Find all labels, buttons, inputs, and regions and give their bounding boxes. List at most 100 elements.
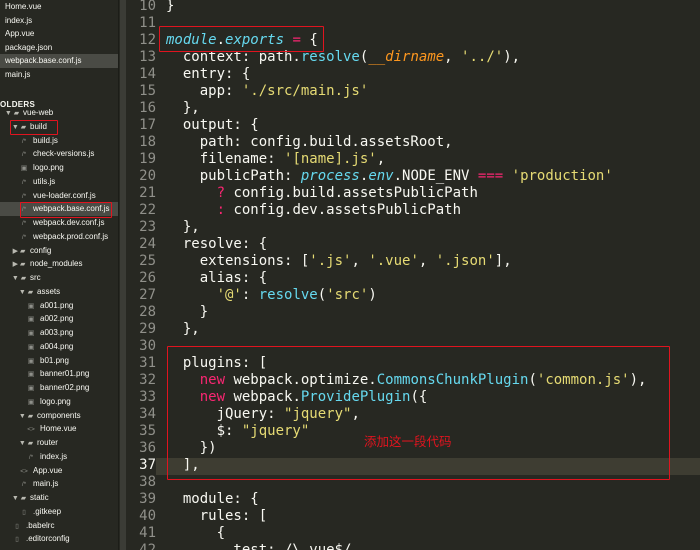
tree-item[interactable]: <> App.vue [0, 464, 118, 478]
tree-item[interactable]: ▣ banner02.png [0, 381, 118, 395]
js-file-icon: /* [21, 233, 27, 241]
js-file-icon: /* [21, 178, 27, 186]
line-number: 29 [139, 321, 156, 337]
tree-item-label: utils.js [33, 176, 56, 186]
tree-item-label: check-versions.js [33, 149, 95, 159]
tree-item[interactable]: ▼ ▰ src [0, 271, 118, 285]
open-file-item[interactable]: package.json [0, 41, 118, 55]
tree-item[interactable]: ▣ logo.png [0, 395, 118, 409]
line-number: 20 [139, 168, 156, 184]
code-line-17: output: { [166, 117, 259, 133]
code-line-25: extensions: ['.js', '.vue', '.json'], [166, 253, 512, 269]
line-number: 34 [139, 406, 156, 422]
tree-item[interactable]: ▣ logo.png [0, 161, 118, 175]
tree-item-label: router [37, 438, 58, 447]
annotation-box-webpack-base-file [20, 202, 112, 218]
tree-item-label: assets [37, 286, 61, 296]
file-icon: ▯ [15, 522, 19, 530]
tree-item-label: .babelrc [26, 520, 55, 530]
tree-item[interactable]: ▣ banner01.png [0, 367, 118, 381]
tree-item-label: .editorconfig [26, 534, 70, 544]
code-line-18: path: config.build.assetsRoot, [166, 134, 453, 150]
tree-item[interactable]: ▼ ▰ vue-web [0, 106, 118, 120]
tree-item[interactable]: /* index.js [0, 450, 118, 464]
annotation-box-module-exports [159, 26, 324, 52]
tree-item-label: a001.png [40, 300, 74, 310]
image-file-icon: ▣ [27, 385, 35, 392]
js-file-icon: /* [21, 137, 27, 145]
tree-item-label: vue-loader.conf.js [33, 190, 96, 200]
tree-item[interactable]: ▯ .babelrc [0, 519, 118, 533]
line-number: 27 [139, 287, 156, 303]
tree-item-label: banner01.png [40, 369, 90, 379]
tree-item[interactable]: ▯ .gitkeep [0, 505, 118, 519]
vue-file-icon: <> [20, 467, 28, 475]
tree-item[interactable]: <> Home.vue [0, 422, 118, 436]
code-line-24: resolve: { [166, 236, 268, 252]
code-line-19: filename: '[name].js', [166, 151, 386, 167]
open-file-item[interactable]: index.js [0, 14, 118, 28]
line-number: 37 [139, 457, 156, 473]
open-file-item[interactable]: Home.vue [0, 0, 118, 14]
tree-item-label: main.js [33, 479, 59, 489]
line-number: 38 [139, 474, 156, 490]
code-line-14: entry: { [166, 66, 251, 82]
line-number: 11 [139, 15, 156, 31]
file-icon: ▯ [22, 508, 26, 516]
line-number: 26 [139, 270, 156, 286]
tree-item-label: logo.png [33, 163, 64, 172]
tree-item[interactable]: /* build.js [0, 134, 118, 148]
line-number: 33 [139, 389, 156, 405]
tree-item[interactable]: ▼ ▰ assets [0, 285, 118, 299]
line-number: 14 [139, 66, 156, 82]
tree-item[interactable]: ▣ a001.png [0, 299, 118, 313]
tree-item[interactable]: /* webpack.dev.conf.js [0, 216, 118, 230]
open-file-item[interactable]: main.js [0, 68, 118, 82]
line-number: 28 [139, 304, 156, 320]
tree-item[interactable]: /* main.js [0, 477, 118, 491]
tree-item[interactable]: /* utils.js [0, 175, 118, 189]
folder-open-icon: ▼ ▰ [18, 412, 34, 420]
tree-item-label: vue-web [23, 108, 54, 117]
image-file-icon: ▣ [27, 371, 35, 379]
js-file-icon: /* [21, 220, 27, 227]
open-file-item[interactable]: webpack.base.conf.js [0, 54, 118, 68]
image-file-icon: ▣ [27, 330, 35, 337]
tree-item[interactable]: ▣ b01.png [0, 354, 118, 368]
line-number: 41 [139, 525, 156, 541]
code-line-28: } [166, 304, 209, 320]
line-number: 13 [139, 49, 156, 65]
tree-item[interactable]: ▼ ▰ static [0, 491, 118, 505]
tree-item[interactable]: ▼ ▰ router [0, 436, 118, 450]
tree-item[interactable]: /* vue-loader.conf.js [0, 189, 118, 203]
tree-item[interactable]: /* check-versions.js [0, 147, 118, 161]
line-number: 22 [139, 202, 156, 218]
code-line-10: } [166, 0, 175, 14]
code-line-23: }, [166, 219, 200, 235]
tree-item-label: .gitkeep [33, 506, 62, 516]
line-number: 39 [139, 491, 156, 507]
image-file-icon: ▣ [20, 165, 28, 172]
tree-item-label: webpack.dev.conf.js [33, 218, 105, 227]
folder-open-icon: ▼ ▰ [11, 275, 27, 282]
sidebar: Home.vue index.js App.vue package.json webpa… [0, 0, 118, 550]
code-line-41: { [166, 525, 226, 541]
open-file-item[interactable]: App.vue [0, 27, 118, 41]
code-line-22: : config.dev.assetsPublicPath [216, 202, 462, 218]
tree-item[interactable]: ▶ ▰ node_modules [0, 257, 118, 271]
folder-open-icon: ▼ ▰ [11, 495, 27, 502]
code-line-21: ? config.build.assetsPublicPath [216, 185, 478, 201]
tree-item[interactable]: ▣ a002.png [0, 312, 118, 326]
vue-file-icon: <> [27, 426, 35, 434]
file-icon: ▯ [15, 536, 19, 544]
tree-item[interactable]: ▣ a004.png [0, 340, 118, 354]
tree-item-label: a003.png [40, 328, 74, 337]
line-number: 40 [139, 508, 156, 524]
js-file-icon: /* [21, 481, 27, 489]
tree-item[interactable]: /* webpack.prod.conf.js [0, 230, 118, 244]
tree-item[interactable]: ▶ ▰ config [0, 244, 118, 258]
tree-item[interactable]: ▣ a003.png [0, 326, 118, 340]
tree-item[interactable]: ▼ ▰ components [0, 409, 118, 423]
tree-item-label: a002.png [40, 314, 74, 324]
tree-item[interactable]: ▯ .editorconfig [0, 532, 118, 546]
